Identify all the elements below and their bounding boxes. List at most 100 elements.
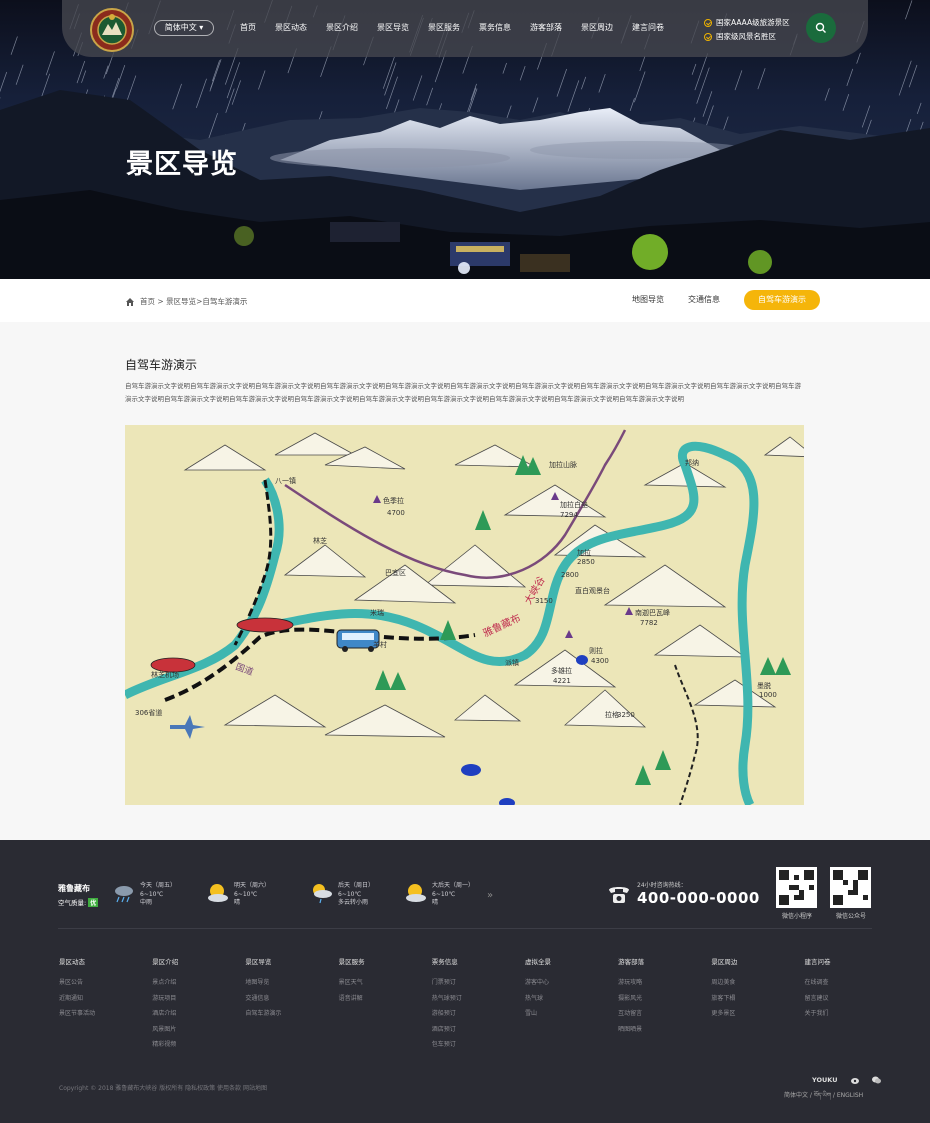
footer-link[interactable]: 酒店介绍 — [152, 1006, 245, 1022]
breadcrumb-level1[interactable]: 景区导览 — [166, 296, 196, 307]
footer-column: 票务信息门票预订 热气球预订 游船预订 酒店预订 包车预订 — [432, 956, 525, 1053]
site-logo[interactable] — [90, 8, 134, 52]
footer-link[interactable]: 游玩项目 — [152, 991, 245, 1007]
footer-link[interactable]: 包车预订 — [432, 1037, 525, 1053]
footer-language-links[interactable]: 简体中文 / བོད་ཡིག / ENGLISH — [784, 1089, 863, 1106]
map-label: 加拉山脉 — [549, 460, 577, 469]
air-quality-label: 空气质量: — [58, 899, 87, 907]
footer-link[interactable]: 酒店预订 — [432, 1022, 525, 1038]
map-label: 八一镇 — [275, 476, 296, 485]
weather-third-day: 大后天（周一） 6~10℃ 晴 — [404, 882, 474, 908]
footer-column-heading[interactable]: 票务信息 — [432, 956, 525, 966]
footer-brand: 雅鲁藏布 — [58, 884, 90, 893]
weather-temp: 6~10℃ — [432, 890, 456, 898]
chevron-down-icon: ▾ — [199, 23, 204, 32]
menu-item-home[interactable]: 首页 — [240, 22, 256, 33]
footer-column-heading[interactable]: 景区服务 — [339, 956, 432, 966]
qr-code-icon — [833, 870, 868, 905]
footer-link[interactable]: 游船预订 — [432, 1006, 525, 1022]
airport-plane-icon — [170, 715, 205, 739]
footer-column: 景区导览地图导览 交通信息 自驾车游演示 — [245, 956, 338, 1053]
content-title: 自驾车游演示 — [125, 358, 198, 372]
footer-column: 建言问卷在线调查 留言建议 关于我们 — [805, 956, 898, 1053]
footer-link[interactable]: 风景图片 — [152, 1022, 245, 1038]
map-label: 2850 — [577, 558, 595, 566]
footer-link[interactable]: 更多景区 — [711, 1006, 804, 1022]
footer-link[interactable]: 关于我们 — [805, 1006, 898, 1022]
social-links: YOUKU — [812, 1076, 882, 1084]
menu-item-intro[interactable]: 景区介绍 — [326, 22, 358, 33]
menu-item-service[interactable]: 景区服务 — [428, 22, 460, 33]
search-icon — [815, 22, 826, 33]
footer-link[interactable]: 景区节事活动 — [59, 1006, 152, 1022]
footer-link[interactable]: 摄影风光 — [618, 991, 711, 1007]
sub-tabs: 地图导览 交通信息 自驾车游演示 — [632, 290, 820, 310]
weather-more-button[interactable]: » — [487, 890, 493, 901]
menu-item-tickets[interactable]: 票务信息 — [479, 22, 511, 33]
footer-column-heading[interactable]: 景区介绍 — [152, 956, 245, 966]
search-button[interactable] — [806, 13, 836, 43]
qr-code-miniprogram — [776, 867, 817, 908]
footer-link[interactable]: 景区天气 — [339, 975, 432, 991]
map-label: 林芝 — [313, 536, 327, 545]
footer-link[interactable]: 景区公告 — [59, 975, 152, 991]
map-label: 羊村 — [373, 640, 387, 649]
weather-day: 明天（周六） — [234, 882, 271, 889]
wechat-icon[interactable] — [872, 1076, 882, 1084]
footer-link[interactable]: 热气球预订 — [432, 991, 525, 1007]
footer-link[interactable]: 互动留言 — [618, 1006, 711, 1022]
footer-link[interactable]: 晒图晒景 — [618, 1022, 711, 1038]
menu-item-survey[interactable]: 建言问卷 — [632, 22, 664, 33]
youku-icon[interactable]: YOUKU — [812, 1076, 837, 1084]
footer-column-heading[interactable]: 景区动态 — [59, 956, 152, 966]
weather-desc: 中雨 — [140, 899, 153, 906]
menu-item-nearby[interactable]: 景区周边 — [581, 22, 613, 33]
cloudy-rain-icon — [313, 884, 332, 904]
footer-link[interactable]: 景点介绍 — [152, 975, 245, 991]
footer-link[interactable]: 留言建议 — [805, 991, 898, 1007]
footer-column-heading[interactable]: 景区周边 — [711, 956, 804, 966]
footer-link[interactable]: 精彩视频 — [152, 1037, 245, 1053]
menu-item-tribe[interactable]: 游客部落 — [530, 22, 562, 33]
qr-label-miniprogram: 微信小程序 — [781, 913, 812, 920]
language-selector[interactable]: 简体中文 ▾ — [154, 20, 214, 36]
footer-link[interactable]: 热气球 — [525, 991, 618, 1007]
rain-cloud-icon — [115, 886, 133, 903]
map-label: 巴宜区 — [385, 568, 406, 577]
footer-link[interactable]: 游客中心 — [525, 975, 618, 991]
map-label: 4300 — [591, 657, 609, 665]
menu-item-guide[interactable]: 景区导览 — [377, 22, 409, 33]
footer-column-heading[interactable]: 虚拟全景 — [525, 956, 618, 966]
footer-column-heading[interactable]: 建言问卷 — [805, 956, 898, 966]
weather-desc: 多云转小雨 — [338, 899, 369, 906]
footer-link[interactable]: 在线调查 — [805, 975, 898, 991]
tab-map-guide[interactable]: 地图导览 — [632, 290, 664, 310]
language-label: 简体中文 — [164, 23, 197, 32]
footer-link[interactable]: 雪山 — [525, 1006, 618, 1022]
menu-item-news[interactable]: 景区动态 — [275, 22, 307, 33]
footer-column-heading[interactable]: 景区导览 — [245, 956, 338, 966]
footer-link[interactable]: 近期通知 — [59, 991, 152, 1007]
tab-self-drive[interactable]: 自驾车游演示 — [744, 290, 820, 310]
hotline-number[interactable]: 400-000-0000 — [637, 889, 760, 907]
badge-national: 国家级风景名胜区 — [704, 30, 790, 44]
qr-code-icon — [779, 870, 814, 905]
tab-traffic-info[interactable]: 交通信息 — [688, 290, 720, 310]
footer-link[interactable]: 语音讲解 — [339, 991, 432, 1007]
footer-link[interactable]: 地图导览 — [245, 975, 338, 991]
weibo-icon[interactable] — [851, 1076, 860, 1084]
medog-road — [674, 664, 699, 805]
footer-column-heading[interactable]: 游客部落 — [618, 956, 711, 966]
footer-link[interactable]: 旅客下榻 — [711, 991, 804, 1007]
breadcrumb-home[interactable]: 首页 — [140, 296, 155, 307]
nyang-river — [125, 477, 284, 700]
map-label: 2800 — [561, 571, 579, 579]
footer-link[interactable]: 交通信息 — [245, 991, 338, 1007]
hero-title: 景区导览 — [126, 149, 238, 180]
map-label: 加拉白垒 — [560, 500, 588, 509]
footer-link[interactable]: 游玩攻略 — [618, 975, 711, 991]
footer-link[interactable]: 周边美食 — [711, 975, 804, 991]
footer-link[interactable]: 门票预订 — [432, 975, 525, 991]
check-circle-icon — [704, 19, 712, 27]
footer-link[interactable]: 自驾车游演示 — [245, 1006, 338, 1022]
